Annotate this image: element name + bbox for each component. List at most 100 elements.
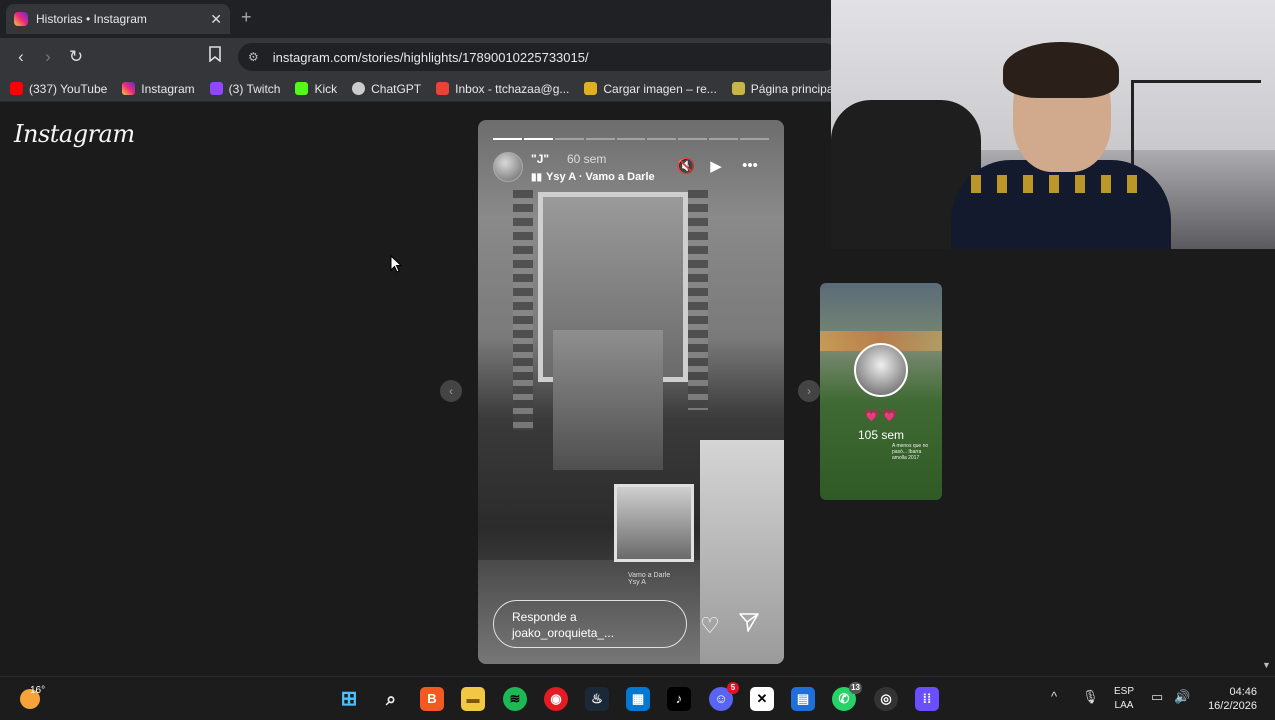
story-photo-ivy (513, 190, 533, 430)
bookmark-kick[interactable]: Kick (295, 82, 337, 96)
input-language[interactable]: ESP LAA (1114, 685, 1134, 713)
story-progress-segment (678, 138, 708, 140)
system-clock[interactable]: 04:46 16/2/2026 (1200, 685, 1257, 713)
microsoft-store-icon[interactable]: ▦ (626, 687, 650, 711)
kick-icon (295, 82, 309, 95)
story-viewer[interactable]: Vamo a Darle Ysy A "J" 60 sem ▮▮ Ysy A ·… (478, 120, 784, 664)
next-story-preview[interactable]: 💗 💗 105 sem A menos que no pasó... Ibarr… (820, 283, 942, 500)
next-story-time: 105 sem (857, 428, 905, 442)
webcam-person-hair (1003, 42, 1119, 98)
reply-input[interactable]: Responde a joako_oroquieta_... (493, 600, 687, 648)
story-photo-ivy (688, 190, 708, 410)
bookmark-home-page[interactable]: Página principal (731, 81, 837, 96)
gmail-icon (436, 82, 450, 95)
bookmark-label: Cargar imagen – re... (603, 81, 717, 96)
story-username[interactable]: "J" (531, 152, 549, 166)
previous-story-icon[interactable]: ‹ (440, 380, 462, 402)
story-progress-bar (493, 138, 770, 140)
story-photo-sticker (614, 484, 694, 562)
forward-icon[interactable]: › (37, 46, 59, 68)
steam-icon[interactable]: ♨ (585, 687, 609, 711)
bookmark-label: Kick (314, 81, 338, 96)
capcut-icon[interactable]: ✕ (750, 687, 774, 711)
hearts-sticker: 💗 💗 (864, 408, 898, 422)
bookmark-label: ChatGPT (371, 81, 422, 96)
bookmark-chatgpt[interactable]: ChatGPT (352, 82, 421, 96)
bookmark-twitch[interactable]: (3) Twitch (209, 81, 281, 96)
bookmark-youtube[interactable]: (337) YouTube (10, 82, 107, 96)
new-tab-button[interactable]: + (241, 7, 252, 28)
microphone-icon[interactable]: 🎙 (1082, 689, 1099, 705)
keyboard-layout: LAA (1114, 700, 1134, 711)
webcam-shirt (951, 160, 1171, 249)
address-bar[interactable]: ⚙ instagram.com/stories/highlights/17890… (238, 43, 838, 71)
story-song[interactable]: ▮▮ Ysy A · Vamo a Darle (531, 171, 655, 183)
mouse-cursor-icon (390, 254, 403, 278)
scroll-down-icon[interactable]: ▼ (1262, 660, 1271, 670)
document-app-icon[interactable]: ▤ (791, 687, 815, 711)
bookmark-icon[interactable] (204, 46, 226, 68)
app-grid-icon[interactable]: ⁞⁞ (915, 687, 939, 711)
weather-widget[interactable]: 16° (20, 685, 45, 709)
clock-time: 04:46 (1229, 686, 1257, 698)
next-story-scribble: A menos que no pasó... Ibarra amolla 201… (892, 443, 929, 461)
home-page-icon (731, 82, 745, 95)
story-photo-person (553, 330, 663, 470)
obs-icon[interactable]: ◎ (874, 687, 898, 711)
clock-date: 16/2/2026 (1208, 700, 1257, 712)
story-progress-segment (554, 138, 584, 140)
discord-badge: 5 (727, 682, 739, 694)
bookmark-label: Instagram (141, 81, 195, 96)
story-progress-segment (585, 138, 615, 140)
chatgpt-icon (352, 82, 366, 95)
story-header: "J" 60 sem ▮▮ Ysy A · Vamo a Darle 🔇 ▶ •… (493, 152, 769, 186)
whatsapp-icon[interactable]: ✆ 13 (832, 682, 862, 711)
show-hidden-icons-icon[interactable]: ^ (1051, 689, 1057, 704)
story-progress-segment (740, 138, 770, 140)
file-explorer-icon[interactable]: ▬ (461, 687, 485, 711)
tab-title: Historias • Instagram (36, 12, 147, 26)
story-progress-segment (523, 138, 553, 140)
avatar (854, 343, 908, 397)
windows-taskbar: 16° ⊞ ⌕ B ▬ ≋ ◉ ♨ ▦ ♪ ☺ 5 ✕ ▤ ✆ 13 ◎ ⁞⁞ … (0, 676, 1275, 720)
bookmark-gmail[interactable]: Inbox - ttchazaa@g... (436, 82, 569, 96)
like-heart-icon[interactable]: ♡ (700, 613, 720, 639)
avatar[interactable] (493, 152, 523, 182)
screen: { "browser": { "tab_title": "Historias •… (0, 0, 1275, 720)
webcam-overlay (831, 0, 1275, 249)
story-progress-segment (647, 138, 677, 140)
back-icon[interactable]: ‹ (10, 46, 32, 68)
language-code: ESP (1114, 686, 1135, 697)
search-icon[interactable]: ⌕ (379, 687, 403, 711)
bookmark-instagram[interactable]: Instagram (122, 81, 195, 96)
volume-icon[interactable]: 🔊 (1174, 689, 1190, 705)
start-icon[interactable]: ⊞ (337, 687, 361, 711)
bookmark-label: (3) Twitch (228, 81, 281, 96)
audio-bars-icon: ▮▮ (531, 171, 543, 183)
play-icon[interactable]: ▶ (706, 157, 726, 175)
bookmark-upload-image[interactable]: Cargar imagen – re... (584, 81, 717, 96)
story-progress-segment (493, 138, 522, 140)
reload-icon[interactable]: ↻ (65, 46, 87, 68)
discord-icon[interactable]: ☺ 5 (709, 682, 739, 711)
story-progress-segment (616, 138, 646, 140)
share-send-icon[interactable] (738, 611, 760, 639)
sticker-caption: Vamo a Darle Ysy A (628, 572, 671, 586)
more-options-icon[interactable]: ••• (740, 157, 760, 174)
instagram-logo[interactable]: Instagram (14, 120, 135, 148)
muted-speaker-icon[interactable]: 🔇 (676, 157, 696, 175)
tiktok-icon[interactable]: ♪ (667, 687, 691, 711)
close-tab-icon[interactable]: ✕ (210, 11, 222, 28)
network-icon[interactable]: ▭ (1151, 689, 1163, 705)
streaming-app-icon[interactable]: ◉ (544, 687, 568, 711)
bookmark-label: (337) YouTube (29, 81, 108, 96)
bookmark-label: Página principal (750, 81, 837, 96)
story-progress-segment (709, 138, 739, 140)
spotify-icon[interactable]: ≋ (503, 687, 527, 711)
next-story-icon[interactable]: › (798, 380, 820, 402)
browser-tab[interactable]: Historias • Instagram ✕ (6, 4, 230, 34)
story-time: 60 sem (567, 152, 607, 166)
site-settings-icon[interactable]: ⚙ (248, 50, 259, 64)
brave-browser-icon[interactable]: B (420, 687, 444, 711)
image-upload-icon (584, 82, 598, 95)
